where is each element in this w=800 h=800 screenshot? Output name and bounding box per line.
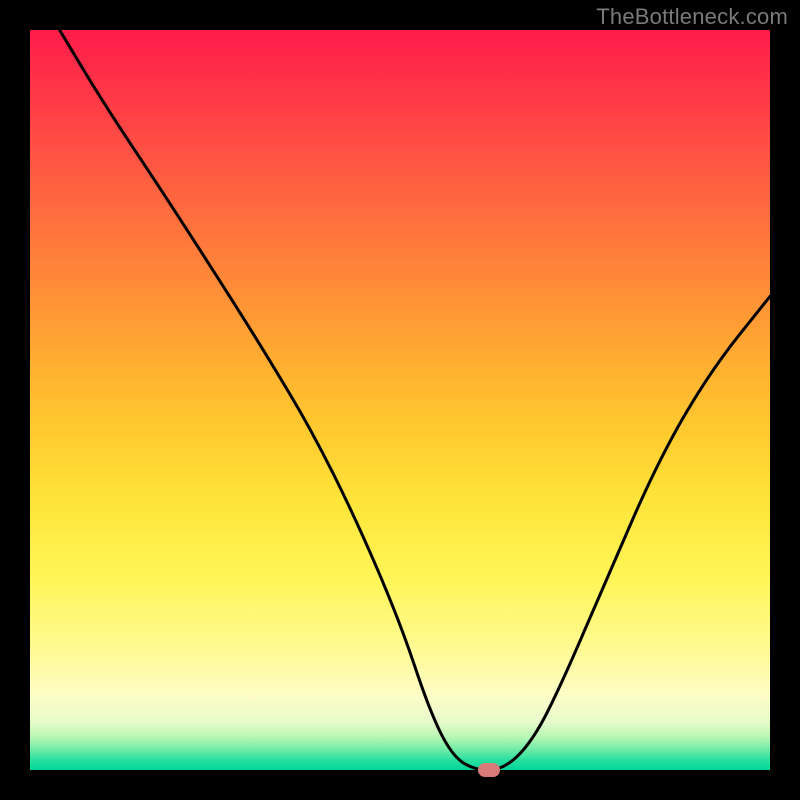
bottleneck-curve-path xyxy=(60,30,770,770)
min-marker xyxy=(478,763,500,777)
curve-svg xyxy=(30,30,770,770)
plot-area xyxy=(30,30,770,770)
chart-frame: TheBottleneck.com xyxy=(0,0,800,800)
watermark-label: TheBottleneck.com xyxy=(596,4,788,30)
